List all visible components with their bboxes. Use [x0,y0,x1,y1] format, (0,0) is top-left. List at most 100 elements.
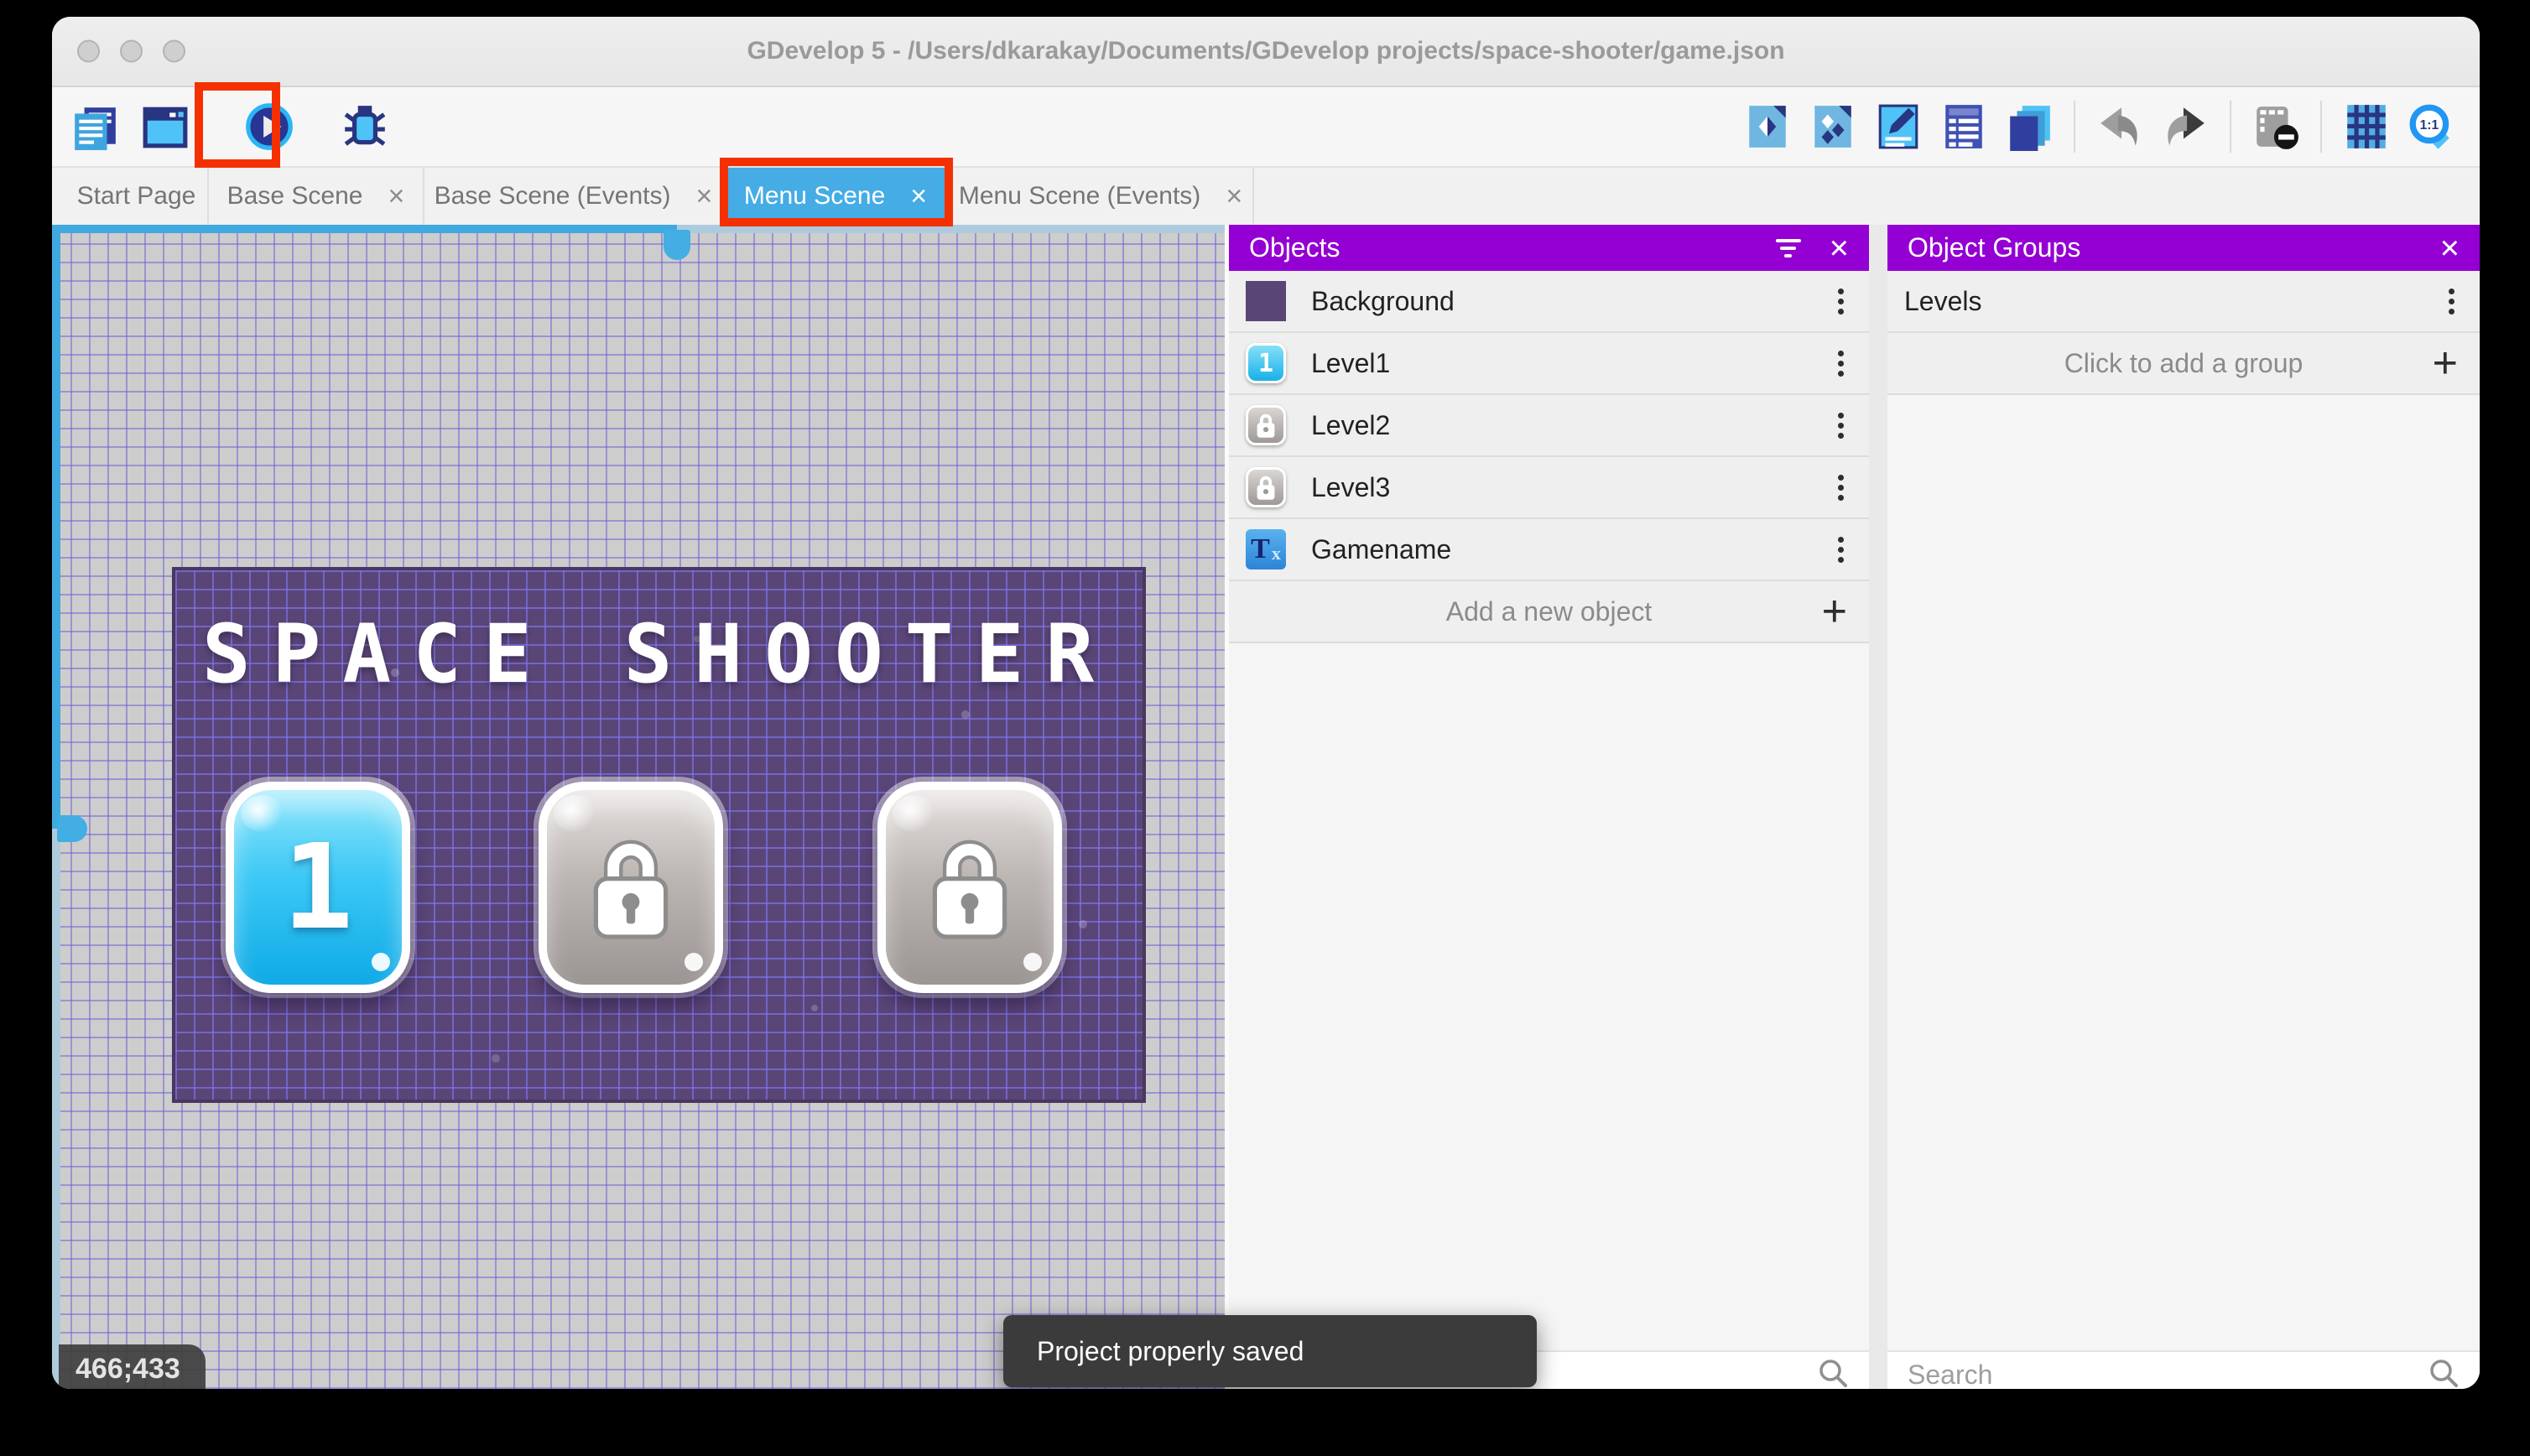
object-groups-panel: Object Groups × Levels Click to add a gr… [1887,225,2480,1389]
selection-top-resize-handle[interactable] [664,230,690,260]
tab-label: Base Scene (Events) [434,182,671,210]
tab-bar: Start Page Base Scene × Base Scene (Even… [52,166,2480,225]
object-groups-empty-area [1887,395,2480,1350]
selection-left-edge-active [52,225,60,829]
object-name: Gamename [1311,533,1452,564]
start-page-icon[interactable] [141,102,190,151]
toolbar-right-group: 1:1 [1743,87,2456,166]
level1-button-instance[interactable]: 1 [226,782,410,993]
level1-number-label: 1 [282,819,354,956]
lock-icon [886,790,1054,985]
kebab-menu-icon[interactable] [1830,283,1852,320]
layers-icon[interactable] [2005,102,2054,151]
level1-thumbnail: 1 [1246,343,1286,383]
toolbar-separator [2074,101,2075,153]
kebab-menu-icon[interactable] [1830,408,1852,444]
project-manager-icon[interactable] [70,102,119,151]
object-row-gamename[interactable]: Tx Gamename [1229,519,1869,581]
scene-editor-canvas[interactable]: SPACE SHOOTER 1 466;433 [52,225,1225,1389]
close-tab-icon[interactable]: × [695,182,712,211]
tab-start-page[interactable]: Start Page [65,168,209,225]
main-area: SPACE SHOOTER 1 466;433 Objects × Backgr… [52,225,2480,1389]
maximize-window-button[interactable] [163,39,185,63]
lock-icon [547,790,715,985]
objects-panel-title: Objects [1249,232,1340,263]
play-icon[interactable] [245,102,294,151]
undo-icon[interactable] [2095,102,2144,151]
close-tab-icon[interactable]: × [1226,182,1242,211]
tab-label: Start Page [76,182,196,210]
minimize-window-button[interactable] [120,39,143,63]
group-row-levels[interactable]: Levels [1887,271,2480,333]
grid-icon[interactable] [2342,102,2391,151]
export-object-icon[interactable] [1743,102,1792,151]
object-row-level2[interactable]: Level2 [1229,395,1869,457]
level3-button-instance[interactable] [877,782,1062,993]
tab-menu-scene[interactable]: Menu Scene × [724,168,949,225]
object-row-level3[interactable]: Level3 [1229,457,1869,519]
thumb-letter-x: x [1271,543,1281,564]
tab-base-scene-events[interactable]: Base Scene (Events) × [424,168,724,225]
tab-label: Base Scene [226,182,363,210]
object-groups-panel-title: Object Groups [1908,232,2081,263]
gdevelop-window: GDevelop 5 - /Users/dkarakay/Documents/G… [52,17,2480,1389]
object-groups-icon[interactable] [1809,102,1857,151]
object-row-level1[interactable]: 1 Level1 [1229,333,1869,395]
debug-icon[interactable] [341,102,389,151]
panel-gap [1869,225,1887,1389]
selection-left-resize-handle[interactable] [57,815,87,842]
title-bar: GDevelop 5 - /Users/dkarakay/Documents/G… [52,17,2480,87]
close-panel-icon[interactable]: × [2440,231,2460,265]
level3-thumbnail-lock-icon [1246,467,1286,507]
close-window-button[interactable] [77,39,100,63]
svg-text:1:1: 1:1 [2420,118,2439,133]
gamename-text-instance[interactable]: SPACE SHOOTER [175,607,1143,701]
tab-base-scene[interactable]: Base Scene × [209,168,424,225]
add-new-object-button[interactable]: Add a new object + [1229,581,1869,643]
object-row-background[interactable]: Background [1229,271,1869,333]
instances-list-icon[interactable] [1939,102,1988,151]
toast-message: Project properly saved [1037,1335,1304,1366]
background-object-instance[interactable]: SPACE SHOOTER 1 [172,567,1146,1103]
level2-button-instance[interactable] [539,782,723,993]
add-group-label: Click to add a group [2064,347,2304,378]
close-panel-icon[interactable]: × [1830,231,1849,265]
toolbar: 1:1 [52,87,2480,166]
toolbar-left-group [52,102,389,151]
cursor-coordinates: 466;433 [59,1344,206,1389]
filter-icon[interactable] [1775,238,1801,257]
objects-panel-header: Objects × [1229,225,1869,271]
search-icon [2428,1357,2460,1390]
close-tab-icon[interactable]: × [910,182,927,211]
kebab-menu-icon[interactable] [1830,346,1852,382]
object-name: Level2 [1311,409,1391,440]
window-title: GDevelop 5 - /Users/dkarakay/Documents/G… [747,37,1785,65]
redo-icon[interactable] [2161,102,2210,151]
thumb-letter-t: T [1251,533,1270,564]
level2-thumbnail-lock-icon [1246,405,1286,445]
text-object-thumbnail: Tx [1246,529,1286,569]
mask-icon[interactable] [2251,102,2300,151]
search-icon [1817,1357,1849,1390]
save-toast: Project properly saved [1003,1315,1537,1387]
add-group-button[interactable]: Click to add a group + [1887,333,2480,395]
object-groups-search-input[interactable] [1908,1359,2428,1389]
scene-stars-decoration [175,570,179,574]
toolbar-separator [2230,101,2231,153]
tab-menu-scene-events[interactable]: Menu Scene (Events) × [949,168,1254,225]
kebab-menu-icon[interactable] [1830,470,1852,506]
edit-properties-icon[interactable] [1874,102,1923,151]
add-object-label: Add a new object [1445,595,1653,627]
objects-panel-empty-area [1229,643,1869,1350]
plus-icon: + [2432,339,2458,387]
selection-top-edge-active [52,225,677,233]
kebab-menu-icon[interactable] [2440,283,2463,320]
kebab-menu-icon[interactable] [1830,532,1852,568]
object-name: Background [1311,285,1455,316]
group-name: Levels [1904,285,1982,316]
traffic-lights [77,39,185,63]
object-name: Level3 [1311,471,1391,502]
objects-panel: Objects × Background 1 Level1 Level2 Lev… [1229,225,1869,1389]
zoom-one-to-one-icon[interactable]: 1:1 [2408,102,2456,151]
close-tab-icon[interactable]: × [388,182,404,211]
